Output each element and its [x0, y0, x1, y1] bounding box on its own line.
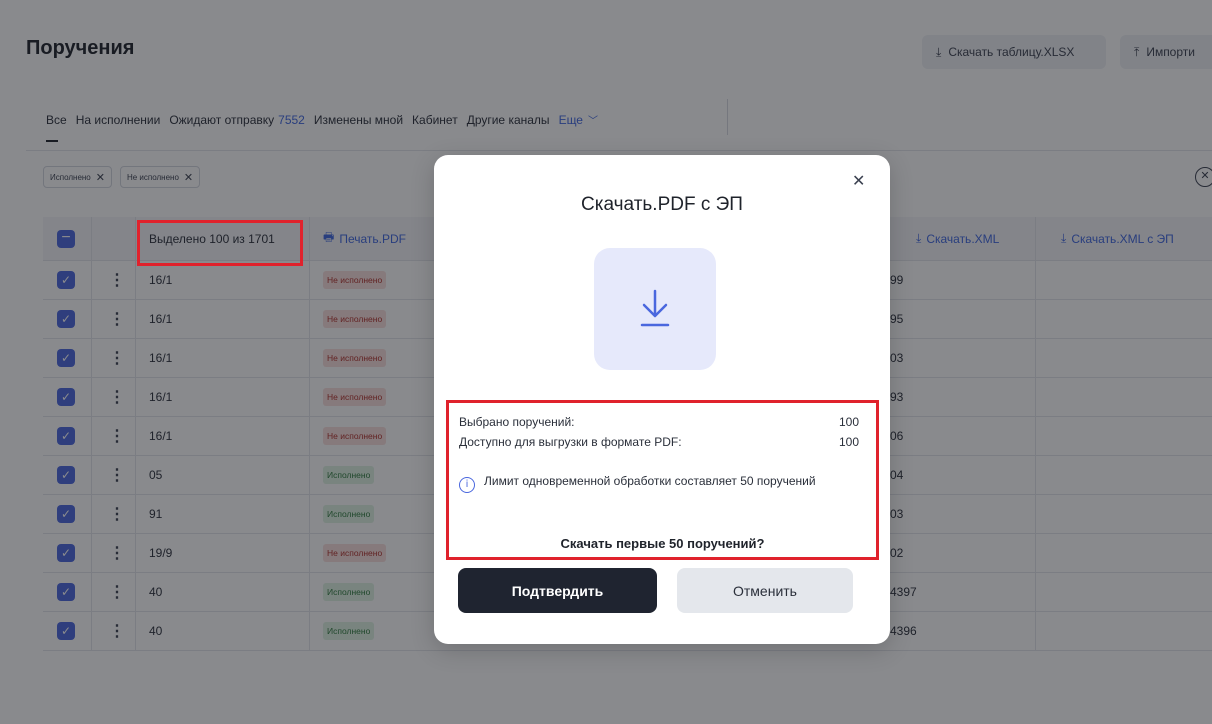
limit-note-text: Лимит одновременной обработки составляет…: [484, 474, 816, 488]
highlight-frame: [137, 220, 303, 266]
cancel-button[interactable]: Отменить: [677, 568, 853, 613]
confirm-button[interactable]: Подтвердить: [458, 568, 657, 613]
selected-label: Выбрано поручений:: [459, 415, 575, 429]
info-icon: i: [459, 477, 475, 493]
selected-count-row: Выбрано поручений: 100: [459, 415, 859, 429]
limit-note: i Лимит одновременной обработки составля…: [459, 475, 859, 493]
download-question: Скачать первые 50 поручений?: [560, 536, 765, 551]
available-value: 100: [838, 435, 859, 449]
close-icon[interactable]: ✕: [852, 171, 865, 191]
available-label: Доступно для выгрузки в формате PDF:: [459, 435, 682, 449]
download-icon: [594, 248, 716, 370]
selected-value: 100: [838, 415, 859, 429]
download-summary-box: Выбрано поручений: 100 Доступно для выгр…: [446, 400, 879, 560]
dialog-title: Скачать.PDF с ЭП: [581, 194, 743, 215]
available-count-row: Доступно для выгрузки в формате PDF: 100: [459, 435, 859, 449]
download-pdf-dialog: ✕ Скачать.PDF с ЭП Выбрано поручений: 10…: [434, 155, 890, 644]
